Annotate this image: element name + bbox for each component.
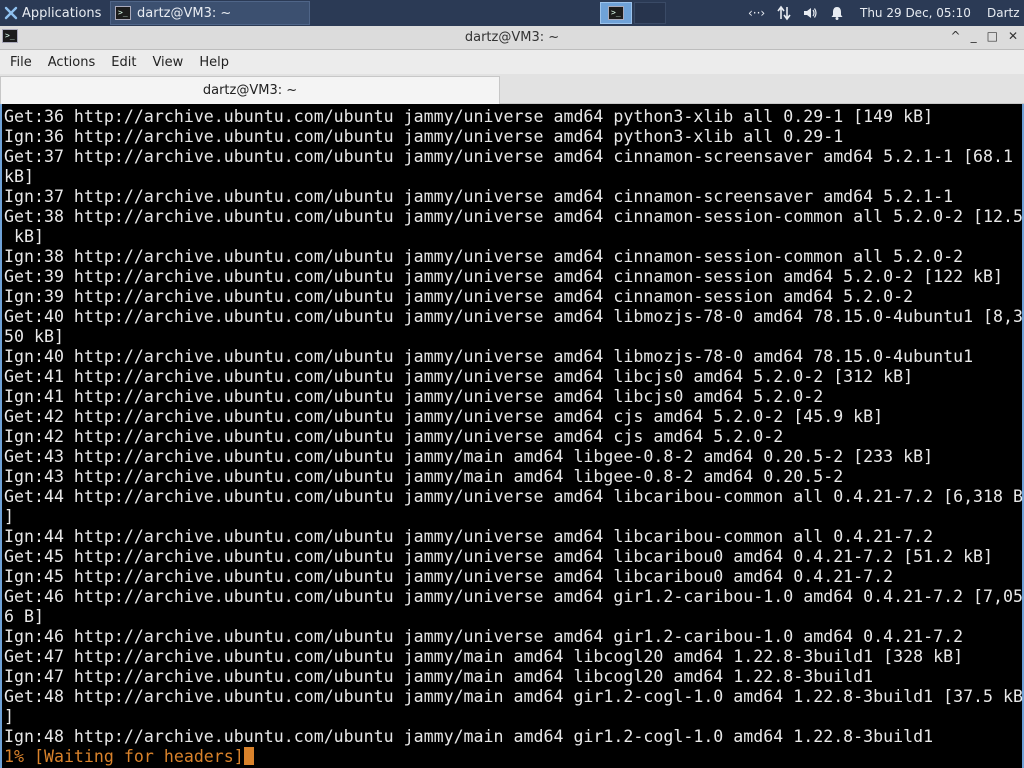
menu-bar: File Actions Edit View Help [0, 50, 1024, 74]
maximize-button[interactable]: □ [987, 29, 998, 43]
terminal-line: Get:48 http://archive.ubuntu.com/ubuntu … [4, 687, 1024, 706]
terminal-line: Ign:43 http://archive.ubuntu.com/ubuntu … [4, 467, 844, 486]
terminal-area[interactable]: Get:36 http://archive.ubuntu.com/ubuntu … [0, 104, 1024, 768]
tab-terminal[interactable]: dartz@VM3: ~ [0, 76, 500, 104]
shade-button[interactable]: ^ [951, 29, 961, 43]
close-button[interactable]: ✕ [1008, 29, 1018, 43]
terminal-line: Ign:47 http://archive.ubuntu.com/ubuntu … [4, 667, 874, 686]
menu-edit[interactable]: Edit [103, 55, 144, 70]
terminal-line: 50 kB] [4, 327, 64, 346]
clock[interactable]: Thu 29 Dec, 05:10 [860, 0, 971, 26]
terminal-line: Get:42 http://archive.ubuntu.com/ubuntu … [4, 407, 884, 426]
terminal-line: Get:46 http://archive.ubuntu.com/ubuntu … [4, 587, 1024, 606]
notifications-bell-icon[interactable] [829, 0, 845, 26]
applications-menu-button[interactable]: Applications [0, 0, 106, 26]
workspace-2-button[interactable] [634, 2, 666, 24]
menu-actions[interactable]: Actions [40, 55, 104, 70]
terminal-line: Get:43 http://archive.ubuntu.com/ubuntu … [4, 447, 934, 466]
terminal-line: Get:40 http://archive.ubuntu.com/ubuntu … [4, 307, 1024, 326]
user-menu[interactable]: Dartz [987, 0, 1020, 26]
network-icon[interactable]: ‹··› [748, 0, 765, 26]
xfce-logo-icon [4, 6, 18, 20]
terminal-line: 6 B] [4, 607, 44, 626]
taskbar-terminal-label: dartz@VM3: ~ [137, 5, 232, 21]
terminal-line: Ign:46 http://archive.ubuntu.com/ubuntu … [4, 627, 964, 646]
window-title: dartz@VM3: ~ [464, 30, 560, 45]
terminal-line: Get:37 http://archive.ubuntu.com/ubuntu … [4, 147, 1014, 166]
terminal-line: Ign:42 http://archive.ubuntu.com/ubuntu … [4, 427, 784, 446]
applications-label: Applications [22, 5, 102, 21]
terminal-line: Get:39 http://archive.ubuntu.com/ubuntu … [4, 267, 1004, 286]
terminal-line: Ign:44 http://archive.ubuntu.com/ubuntu … [4, 527, 934, 546]
minimize-button[interactable]: _ [971, 29, 977, 43]
workspace-1-button[interactable]: >_ [600, 2, 632, 24]
taskbar-terminal-button[interactable]: >_ dartz@VM3: ~ [110, 1, 310, 25]
top-panel: Applications >_ dartz@VM3: ~ >_ ‹··› Thu… [0, 0, 1024, 26]
terminal-line: Ign:39 http://archive.ubuntu.com/ubuntu … [4, 287, 914, 306]
terminal-line: Get:36 http://archive.ubuntu.com/ubuntu … [4, 107, 934, 126]
terminal-icon: >_ [115, 6, 131, 20]
terminal-line: ] [4, 507, 14, 526]
terminal-cursor [243, 747, 254, 765]
window-titlebar[interactable]: >_ dartz@VM3: ~ ^ _ □ ✕ [0, 26, 1024, 50]
terminal-line: ] [4, 707, 14, 726]
terminal-line: Ign:48 http://archive.ubuntu.com/ubuntu … [4, 727, 934, 746]
menu-file[interactable]: File [2, 55, 40, 70]
terminal-line: Ign:36 http://archive.ubuntu.com/ubuntu … [4, 127, 844, 146]
terminal-line: Get:41 http://archive.ubuntu.com/ubuntu … [4, 367, 914, 386]
terminal-line: Get:47 http://archive.ubuntu.com/ubuntu … [4, 647, 964, 666]
network-transfer-icon[interactable] [776, 0, 792, 26]
terminal-icon: >_ [608, 6, 624, 20]
terminal-line: Ign:41 http://archive.ubuntu.com/ubuntu … [4, 387, 824, 406]
terminal-line: Get:45 http://archive.ubuntu.com/ubuntu … [4, 547, 994, 566]
status-text: 1% [Waiting for headers] [4, 747, 244, 766]
volume-icon[interactable] [802, 0, 818, 26]
terminal-line: Ign:38 http://archive.ubuntu.com/ubuntu … [4, 247, 964, 266]
terminal-line: kB] [4, 167, 34, 186]
terminal-line: Get:44 http://archive.ubuntu.com/ubuntu … [4, 487, 1024, 506]
terminal-line: Ign:40 http://archive.ubuntu.com/ubuntu … [4, 347, 974, 366]
menu-view[interactable]: View [144, 55, 191, 70]
terminal-line: Ign:37 http://archive.ubuntu.com/ubuntu … [4, 187, 954, 206]
terminal-output: Get:36 http://archive.ubuntu.com/ubuntu … [4, 107, 1023, 767]
terminal-line: Ign:45 http://archive.ubuntu.com/ubuntu … [4, 567, 894, 586]
tab-bar: dartz@VM3: ~ [0, 74, 1024, 104]
terminal-line: Get:38 http://archive.ubuntu.com/ubuntu … [4, 207, 1024, 226]
terminal-line: kB] [4, 227, 44, 246]
menu-help[interactable]: Help [191, 55, 237, 70]
terminal-status-line: 1% [Waiting for headers] [4, 747, 1023, 767]
